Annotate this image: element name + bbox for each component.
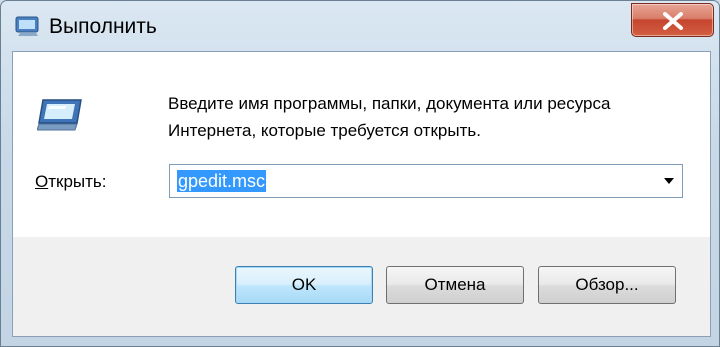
close-icon [663,12,683,30]
run-program-icon [36,97,85,133]
cancel-button[interactable]: Отмена [386,266,524,304]
run-dialog-icon [15,15,41,37]
run-dialog-window: Выполнить Введите имя программы, папки, … [0,0,720,347]
open-field-label: Открыть: [35,172,107,192]
chevron-down-icon[interactable] [664,178,674,184]
close-button[interactable] [631,3,714,37]
dialog-client-area: Введите имя программы, папки, документа … [12,51,711,337]
ok-button[interactable]: OK [235,266,373,304]
open-label-accelerator: О [35,172,49,191]
dialog-description: Введите имя программы, папки, документа … [168,94,611,140]
open-input-value[interactable]: gpedit.msc [177,170,267,192]
title-bar[interactable]: Выполнить [1,1,719,49]
open-combobox[interactable]: gpedit.msc [169,164,683,198]
browse-button[interactable]: Обзор... [538,266,676,304]
open-label-text: ткрыть: [48,172,107,191]
dialog-content-panel: Введите имя программы, папки, документа … [13,52,710,237]
window-title: Выполнить [49,15,157,38]
